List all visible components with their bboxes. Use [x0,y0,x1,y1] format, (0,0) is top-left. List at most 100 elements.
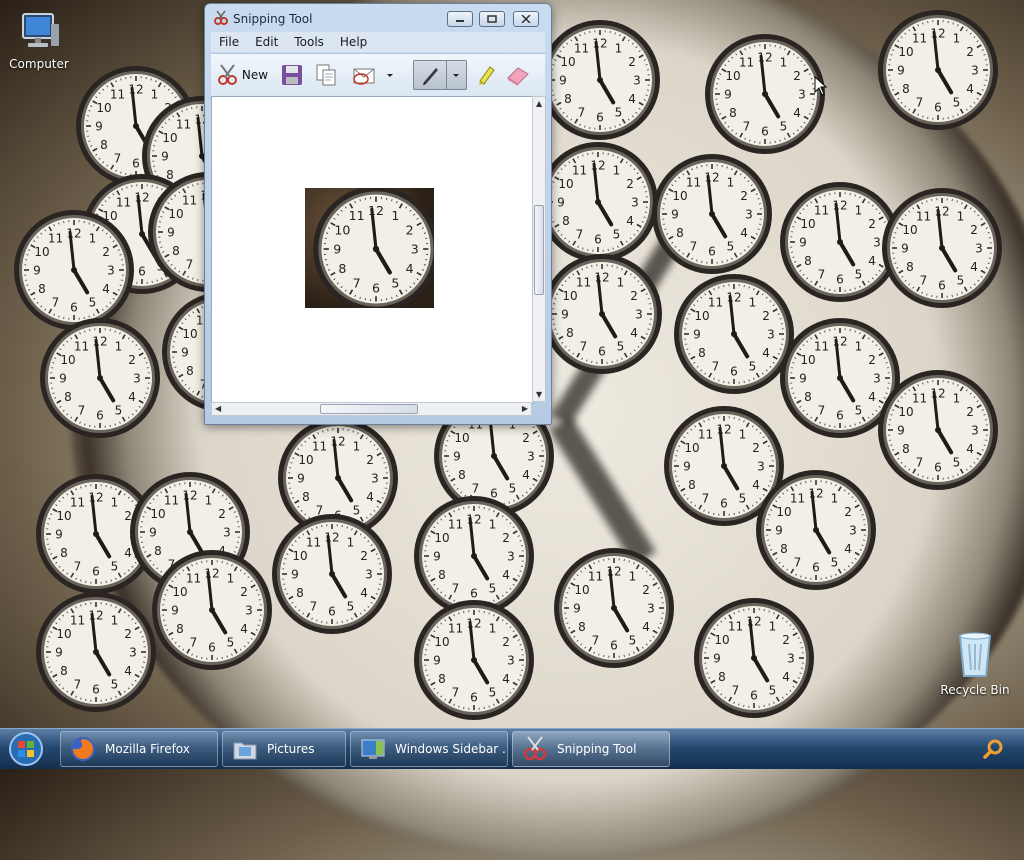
eraser-button[interactable] [503,60,533,90]
horizontal-scroll-thumb[interactable] [320,404,418,414]
svg-text:8: 8 [60,664,68,678]
menu-edit[interactable]: Edit [247,35,286,49]
close-button[interactable] [513,11,539,27]
taskbar-snipping-tool[interactable]: Snipping Tool [512,731,670,767]
taskbar-item-label: Windows Sidebar ... [395,742,508,756]
svg-text:2: 2 [128,353,136,367]
svg-text:1: 1 [115,339,123,353]
new-label: New [242,68,268,82]
start-button[interactable] [6,731,46,767]
title-bar[interactable]: Snipping Tool [205,4,551,32]
clock-icon: 123456789101112 [38,316,162,440]
svg-text:2: 2 [642,583,650,597]
svg-text:1: 1 [727,175,735,189]
svg-text:1: 1 [613,163,621,177]
vertical-scrollbar[interactable]: ▲ ▼ [532,96,546,402]
taskbar-windows-sidebar[interactable]: Windows Sidebar ... [350,731,508,767]
svg-text:10: 10 [558,177,573,191]
clock-gadget[interactable]: 123456789101112 [880,186,1004,310]
svg-text:8: 8 [804,254,812,268]
svg-text:10: 10 [162,131,177,145]
clock-gadget[interactable]: 123456789101112 [12,208,136,332]
svg-text:11: 11 [814,339,829,353]
scroll-down-arrow[interactable]: ▼ [536,390,542,399]
desktop-icon-computer[interactable]: Computer [2,10,76,71]
svg-text:5: 5 [629,634,637,648]
new-snip-button[interactable]: New [213,60,271,90]
svg-text:5: 5 [953,96,961,110]
clock-gadget[interactable]: 123456789101112 [34,590,158,714]
scroll-up-arrow[interactable]: ▲ [536,99,542,108]
svg-text:6: 6 [594,233,602,247]
svg-text:3: 3 [971,64,979,78]
snipping-tool-window[interactable]: Snipping Tool File Edit Tools Help New [204,3,552,425]
svg-text:1: 1 [855,339,863,353]
svg-text:4: 4 [740,226,748,240]
svg-text:9: 9 [775,524,783,538]
copy-button[interactable] [311,60,341,90]
clock-gadget[interactable]: 123456789101112 [38,316,162,440]
pen-button[interactable] [413,60,467,90]
svg-text:9: 9 [799,372,807,386]
svg-text:1: 1 [957,209,965,223]
highlighter-button[interactable] [471,60,501,90]
svg-text:7: 7 [52,296,60,310]
clock-gadget[interactable]: 123456789101112 [150,548,274,672]
send-snip-button[interactable] [347,60,399,90]
clock-gadget[interactable]: 123456789101112 [552,546,676,670]
svg-text:7: 7 [452,582,460,596]
scroll-left-arrow[interactable]: ◀ [215,404,221,413]
clock-gadget[interactable]: 123456789101112 [536,140,660,264]
svg-text:3: 3 [971,424,979,438]
svg-text:2: 2 [406,222,414,237]
svg-text:1: 1 [205,493,213,507]
svg-text:11: 11 [572,163,587,177]
svg-text:4: 4 [762,346,770,360]
save-button[interactable] [277,60,307,90]
menu-file[interactable]: File [211,35,247,49]
svg-text:1: 1 [953,391,961,405]
svg-text:3: 3 [365,568,373,582]
desktop-icon-recycle-bin[interactable]: Recycle Bin [938,630,1012,697]
maximize-button[interactable] [479,11,505,27]
menu-tools[interactable]: Tools [286,35,332,49]
clock-gadget[interactable]: 123456789101112 [754,468,878,592]
svg-text:12: 12 [182,489,197,503]
clock-gadget[interactable]: 123456789101112 [540,252,664,376]
clock-gadget[interactable]: 123456789101112 [270,512,394,636]
svg-text:2: 2 [752,441,760,455]
sidebar-icon [359,735,387,763]
clock-gadget[interactable]: 123456789101112 [692,596,816,720]
svg-text:3: 3 [635,308,643,322]
svg-text:11: 11 [708,295,723,309]
clock-icon: 123456789101112 [311,188,434,308]
clock-gadget[interactable]: 123456789101112 [876,8,1000,132]
horizontal-scrollbar[interactable]: ◀ ▶ [211,402,532,416]
svg-text:4: 4 [124,664,132,678]
svg-text:5: 5 [617,340,625,354]
svg-text:3: 3 [411,242,419,257]
snip-canvas[interactable]: 123456789101112 [211,96,534,404]
svg-text:6: 6 [596,111,604,125]
search-icon[interactable] [982,738,1004,760]
scroll-right-arrow[interactable]: ▶ [522,404,528,413]
clock-gadget[interactable]: 123456789101112 [703,32,827,156]
svg-text:11: 11 [48,231,63,245]
clock-gadget[interactable]: 123456789101112 [876,368,1000,492]
svg-text:11: 11 [912,391,927,405]
svg-text:10: 10 [562,289,577,303]
clock-gadget[interactable]: 123456789101112 [538,18,662,142]
svg-text:1: 1 [780,55,788,69]
menu-help[interactable]: Help [332,35,375,49]
clock-gadget[interactable]: 123456789101112 [412,598,536,722]
vertical-scroll-thumb[interactable] [534,205,544,295]
svg-text:10: 10 [168,207,183,221]
svg-text:8: 8 [64,390,72,404]
taskbar-pictures[interactable]: Pictures [222,731,346,767]
minimize-button[interactable] [447,11,473,27]
taskbar-firefox[interactable]: Mozilla Firefox [60,731,218,767]
clock-gadget[interactable]: 123456789101112 [650,152,774,276]
svg-text:9: 9 [55,528,63,542]
chevron-down-icon [385,70,395,80]
svg-text:4: 4 [128,390,136,404]
